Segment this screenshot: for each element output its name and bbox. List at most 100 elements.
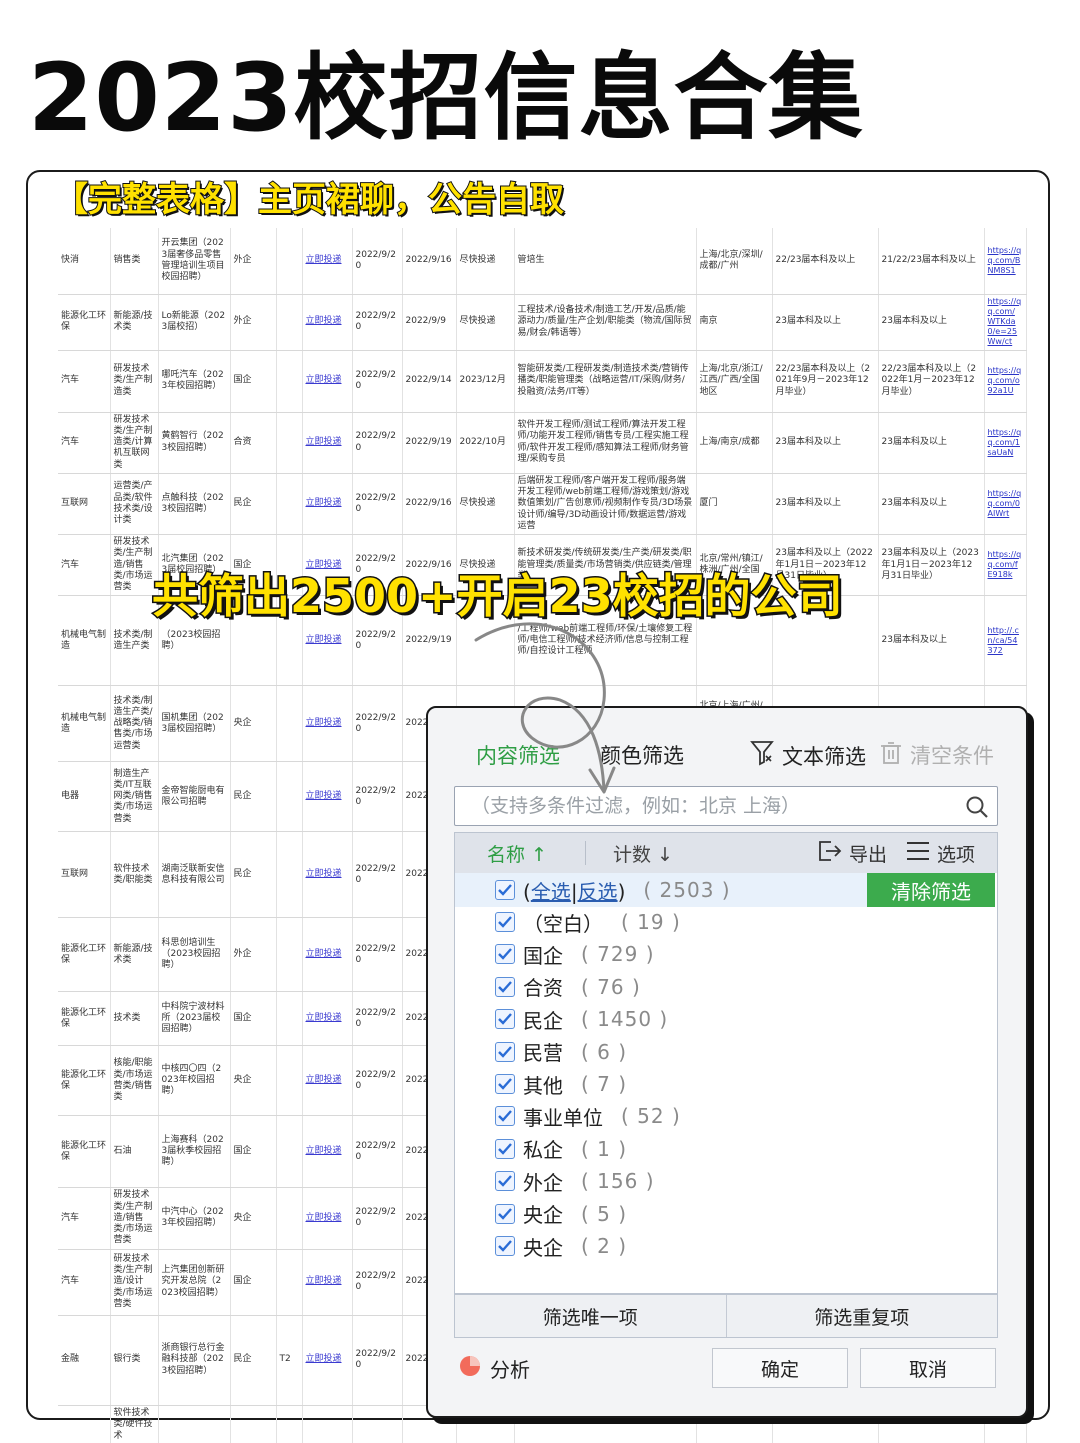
table-cell: 能源化工环保 bbox=[58, 294, 111, 351]
analysis-button[interactable]: 分析 bbox=[458, 1354, 530, 1383]
filter-item-label: 合资 bbox=[523, 976, 563, 1001]
table-cell: 民企 bbox=[230, 1315, 277, 1406]
table-cell[interactable]: 立即投递 bbox=[302, 412, 353, 474]
table-cell[interactable]: 立即投递 bbox=[302, 761, 353, 833]
table-cell[interactable]: https://qq.com/o92a1U bbox=[984, 350, 1027, 413]
table-cell: 浙商银行总行金融科技部（2023校园招聘） bbox=[158, 1315, 231, 1406]
table-cell: 国企 bbox=[230, 350, 277, 413]
invert-selection-link[interactable]: 反选 bbox=[578, 880, 618, 904]
filter-item-count-value: 1450 bbox=[597, 1007, 653, 1032]
table-cell[interactable]: 立即投递 bbox=[302, 1315, 353, 1406]
table-cell[interactable]: https://qq.com/1saUaN bbox=[984, 412, 1027, 474]
table-cell bbox=[276, 294, 303, 351]
clear-filter-button[interactable]: 清除筛选 bbox=[867, 873, 995, 907]
table-cell[interactable]: 立即投递 bbox=[302, 294, 353, 351]
table-cell: 国企 bbox=[230, 1115, 277, 1189]
checkbox-checked-icon[interactable] bbox=[495, 1074, 515, 1094]
table-cell[interactable]: 立即投递 bbox=[302, 350, 353, 413]
options-label: 选项 bbox=[937, 843, 976, 866]
table-cell: 22/23届本科及以上 bbox=[772, 228, 879, 295]
table-cell: 央企 bbox=[230, 1187, 277, 1250]
export-icon bbox=[817, 839, 843, 868]
filter-list-item[interactable]: 合资 ( 76 ) bbox=[495, 972, 641, 1002]
filter-list-item[interactable]: 民营 ( 6 ) bbox=[495, 1037, 627, 1067]
table-cell[interactable]: https://qq.com/0AIWrt bbox=[984, 473, 1027, 536]
tab-clear-conditions[interactable]: 清空条件 bbox=[880, 740, 994, 770]
checkbox-checked-icon[interactable] bbox=[495, 1106, 515, 1127]
export-button[interactable]: 导出 bbox=[817, 839, 887, 868]
header-count-label: 计数 bbox=[613, 843, 652, 866]
table-cell[interactable]: 立即投递 bbox=[302, 1045, 353, 1117]
checkbox-checked-icon[interactable] bbox=[495, 880, 515, 900]
filter-list-item[interactable]: 央企 ( 5 ) bbox=[495, 1199, 627, 1229]
tab-text-filter[interactable]: 文本筛选 bbox=[750, 740, 866, 771]
table-cell[interactable]: https://qq.com/fE918k bbox=[984, 534, 1027, 597]
filter-list-item[interactable]: （空白） ( 19 ) bbox=[495, 907, 681, 937]
tab-content-filter[interactable]: 内容筛选 bbox=[476, 740, 560, 770]
filter-list-item[interactable]: 外企 ( 156 ) bbox=[495, 1166, 655, 1196]
table-cell bbox=[352, 1405, 403, 1443]
select-all-item[interactable]: (全选|反选) ( 2503 ) bbox=[495, 875, 731, 905]
table-cell: 中科院宁波材料所（2023届校园招聘） bbox=[158, 991, 231, 1047]
table-cell[interactable]: 立即投递 bbox=[302, 473, 353, 536]
table-cell: 2022/9/20 bbox=[352, 1187, 403, 1250]
options-button[interactable]: 选项 bbox=[905, 840, 975, 867]
ok-button[interactable]: 确定 bbox=[712, 1348, 848, 1388]
filter-list-item[interactable]: 民企 ( 1450 ) bbox=[495, 1004, 668, 1034]
table-cell: 石油 bbox=[110, 1115, 159, 1189]
filter-list-item[interactable]: 事业单位 ( 52 ) bbox=[495, 1101, 681, 1131]
filter-item-count-value: 6 bbox=[597, 1039, 611, 1064]
table-cell[interactable]: 立即投递 bbox=[302, 917, 353, 993]
sort-by-name[interactable]: 名称 ↑ bbox=[487, 840, 547, 867]
analysis-label: 分析 bbox=[490, 1358, 530, 1382]
table-cell[interactable]: https://qq.com/BNM8S1 bbox=[984, 228, 1027, 295]
filter-list-item[interactable]: 国企 ( 729 ) bbox=[495, 939, 655, 969]
table-cell: 研发技术类/生产制造/销售类/市场运营类 bbox=[110, 1187, 159, 1250]
table-cell: 国企 bbox=[230, 991, 277, 1047]
table-cell bbox=[276, 1405, 303, 1443]
table-cell[interactable]: 立即投递 bbox=[302, 991, 353, 1047]
search-icon[interactable] bbox=[965, 795, 989, 824]
checkbox-checked-icon[interactable] bbox=[495, 1236, 515, 1256]
sort-by-count[interactable]: 计数 ↓ bbox=[613, 840, 673, 867]
table-cell bbox=[276, 917, 303, 993]
filter-list-item[interactable]: 私企 ( 1 ) bbox=[495, 1134, 627, 1164]
checkbox-checked-icon[interactable] bbox=[495, 944, 515, 965]
table-cell[interactable]: http://.cn/ca/54372 bbox=[984, 595, 1027, 687]
filter-list-item[interactable]: 其他 ( 7 ) bbox=[495, 1069, 627, 1099]
table-cell[interactable]: 立即投递 bbox=[302, 228, 353, 295]
table-cell bbox=[276, 1249, 303, 1316]
table-cell: 上汽集团创新研究开发总院（2023校园招聘） bbox=[158, 1249, 231, 1316]
table-cell: 国机集团（2023届校园招聘） bbox=[158, 685, 231, 763]
checkbox-checked-icon[interactable] bbox=[495, 1171, 515, 1192]
table-cell: 湖南泛联新安信息科技有限公司 bbox=[158, 831, 231, 919]
checkbox-checked-icon[interactable] bbox=[495, 912, 515, 932]
search-input[interactable] bbox=[471, 795, 951, 817]
table-cell[interactable]: https://qq.com/WTKda0/e=25Ww/ct bbox=[984, 294, 1027, 351]
table-cell[interactable]: 立即投递 bbox=[302, 1115, 353, 1189]
filter-list-item[interactable]: 央企 ( 2 ) bbox=[495, 1231, 627, 1261]
table-cell[interactable]: 立即投递 bbox=[302, 831, 353, 919]
checkbox-checked-icon[interactable] bbox=[495, 1203, 515, 1224]
select-all-link[interactable]: 全选 bbox=[531, 880, 571, 904]
table-cell: 2022/9/20 bbox=[352, 917, 403, 993]
table-cell[interactable]: 立即投递 bbox=[302, 1249, 353, 1316]
checkbox-checked-icon[interactable] bbox=[495, 1041, 515, 1062]
checkbox-checked-icon[interactable] bbox=[495, 1009, 515, 1030]
pie-chart-icon bbox=[458, 1354, 482, 1383]
header-divider bbox=[585, 841, 586, 865]
table-cell: 互联网 bbox=[58, 831, 111, 919]
table-cell: 2022/9/9 bbox=[402, 294, 457, 351]
checkbox-checked-icon[interactable] bbox=[495, 1138, 515, 1159]
checkbox-checked-icon[interactable] bbox=[495, 976, 515, 997]
table-cell[interactable]: 立即投递 bbox=[302, 685, 353, 763]
filter-duplicate-button[interactable]: 筛选重复项 bbox=[727, 1295, 998, 1337]
filter-unique-button[interactable]: 筛选唯一项 bbox=[455, 1295, 727, 1337]
table-cell: 能源化工环保 bbox=[58, 1045, 111, 1117]
table-cell[interactable]: 立即投递 bbox=[302, 1187, 353, 1250]
funnel-icon bbox=[750, 740, 774, 771]
table-cell: 外企 bbox=[230, 917, 277, 993]
cancel-button[interactable]: 取消 bbox=[860, 1348, 996, 1388]
tab-color-filter[interactable]: 颜色筛选 bbox=[600, 740, 684, 770]
table-cell bbox=[302, 1405, 353, 1443]
